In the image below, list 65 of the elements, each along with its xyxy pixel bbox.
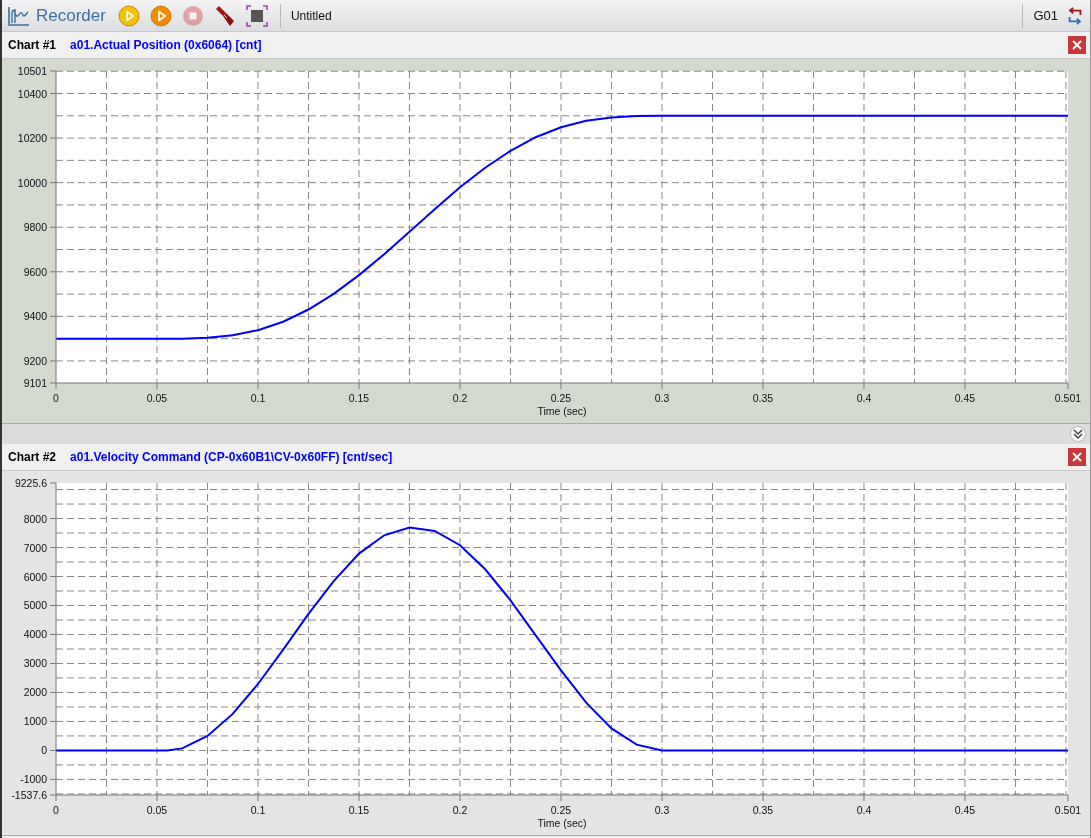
tick-label: 4000 — [23, 628, 47, 641]
tick-label: 0.35 — [752, 392, 774, 404]
fit-icon — [245, 4, 268, 27]
stop-icon — [181, 4, 204, 27]
tick-label: 0 — [41, 744, 47, 757]
tick-label: 0.45 — [954, 392, 976, 404]
tick-label: 3000 — [23, 657, 47, 670]
document-name: Untitled — [290, 8, 332, 23]
axis-title: Time (sec) — [537, 405, 587, 417]
tick-label: 6000 — [23, 570, 47, 583]
play-icon — [149, 4, 172, 27]
tick-label: 0 — [53, 804, 59, 816]
tick-label: 8000 — [23, 512, 47, 525]
tick-label: 0.2 — [452, 804, 468, 816]
refresh-icon — [1066, 6, 1084, 25]
tick-label: 10000 — [17, 176, 47, 189]
tick-label: 9800 — [23, 221, 47, 234]
tick-label: 0.1 — [250, 392, 266, 404]
tick-label: 0.45 — [954, 804, 976, 816]
double-chevron-icon — [1072, 428, 1084, 440]
tick-label: 0 — [53, 392, 59, 404]
tick-label: 0.25 — [550, 804, 572, 816]
tick-label: 10501 — [17, 65, 47, 77]
tick-label: 0.15 — [348, 804, 370, 816]
tick-label: 0.15 — [348, 392, 370, 404]
tick-label: 9400 — [23, 310, 47, 323]
chart-number: Chart #2 — [8, 450, 57, 464]
tick-label: 2000 — [23, 686, 47, 699]
tick-label: 0.2 — [452, 392, 468, 404]
line-chart-icon — [8, 5, 30, 26]
tick-label: -1537.6 — [11, 789, 47, 801]
close-icon — [1072, 40, 1082, 50]
tick-label: 0.3 — [654, 392, 670, 404]
collapse-button[interactable] — [1070, 426, 1086, 442]
tick-label: 9101 — [23, 377, 47, 389]
tick-label: 0.05 — [146, 392, 168, 404]
tick-label: -1000 — [20, 773, 47, 786]
chart-number: Chart #1 — [8, 38, 57, 52]
tick-label: 0.4 — [856, 804, 872, 816]
close-icon — [1072, 452, 1082, 462]
tick-label: 0.3 — [654, 804, 670, 816]
play-icon — [117, 4, 140, 27]
tick-label: 0.4 — [856, 392, 872, 404]
tick-label: 1000 — [23, 715, 47, 728]
tick-label: 9200 — [23, 354, 47, 367]
group-label: G01 — [1033, 8, 1058, 23]
tick-label: 0.501 — [1054, 392, 1082, 404]
tick-label: 5000 — [23, 599, 47, 612]
tick-label: 0.05 — [146, 804, 168, 816]
tick-label: 0.25 — [550, 392, 572, 404]
axis-title: Time (sec) — [537, 817, 587, 829]
tick-label: 9600 — [23, 265, 47, 278]
app-title: Recorder — [36, 5, 106, 26]
tick-label: 0.1 — [250, 804, 266, 816]
tick-label: 7000 — [23, 541, 47, 554]
tick-label: 10200 — [17, 132, 47, 145]
close-button[interactable] — [1068, 448, 1086, 466]
tick-label: 0.501 — [1054, 804, 1082, 816]
tick-label: 9225.6 — [14, 477, 47, 489]
signal-name: a01.Actual Position (0x6064) [cnt] — [70, 38, 262, 52]
close-button[interactable] — [1068, 36, 1086, 54]
signal-name: a01.Velocity Command (CP-0x60B1\CV-0x60FF) [cnt/sec] — [70, 450, 393, 464]
tick-label: 0.35 — [752, 804, 774, 816]
toolbar-button[interactable] — [243, 2, 270, 29]
tick-label: 10400 — [17, 87, 47, 100]
